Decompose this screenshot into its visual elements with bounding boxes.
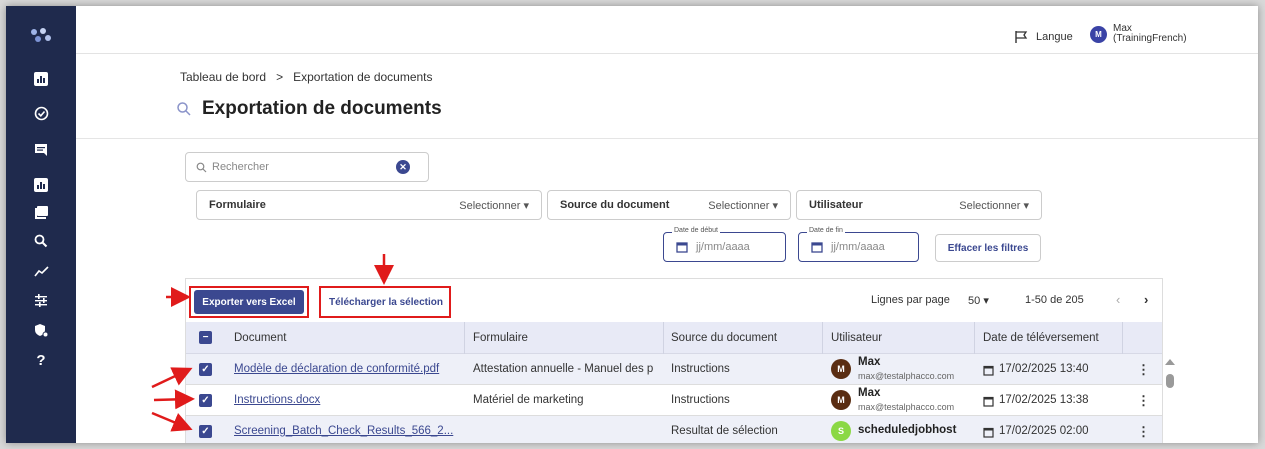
calendar-icon [983, 365, 994, 376]
annotation-box-export [189, 286, 309, 318]
source-cell: Instructions [671, 394, 730, 406]
prev-page-icon[interactable]: ‹ [1116, 292, 1120, 307]
select-all-checkbox[interactable]: − [199, 331, 212, 344]
scroll-up-icon[interactable] [1165, 359, 1175, 365]
user-email: max@testalphacco.com [858, 371, 955, 381]
chart-icon[interactable] [32, 176, 50, 194]
dashboard-icon[interactable] [32, 70, 50, 88]
clear-search-icon[interactable]: ✕ [396, 160, 410, 174]
library-icon[interactable] [32, 203, 50, 221]
user-name: Max (TrainingFrench) [1113, 23, 1187, 44]
header-user[interactable]: Utilisateur [831, 332, 882, 344]
start-date-field[interactable]: Date de début jj/mm/aaaa [663, 227, 786, 262]
document-link[interactable]: Instructions.docx [234, 394, 459, 406]
source-cell: Resultat de sélection [671, 425, 778, 437]
row-checkbox[interactable]: ✓ [199, 363, 212, 376]
calendar-icon [983, 396, 994, 407]
breadcrumb-separator: > [276, 70, 284, 84]
search-icon [177, 102, 191, 116]
chevron-down-icon: ▾ [983, 295, 989, 307]
kebab-icon[interactable]: ⋮ [1137, 362, 1150, 378]
rows-per-page-select[interactable]: 50 ▾ [968, 294, 989, 307]
annotation-box-download [319, 286, 451, 318]
header-upload-date[interactable]: Date de téléversement [983, 332, 1099, 344]
calendar-icon [811, 242, 823, 253]
end-date-field[interactable]: Date de fin jj/mm/aaaa [798, 227, 919, 262]
row-checkbox[interactable]: ✓ [199, 394, 212, 407]
header-source[interactable]: Source du document [671, 332, 777, 344]
arrow-row-1 [151, 367, 193, 389]
breadcrumb-home[interactable]: Tableau de bord [180, 70, 266, 84]
clear-filters-button[interactable]: Effacer les filtres [935, 234, 1041, 262]
app-window: ? Langue M Max (TrainingFrench) Tableau … [6, 6, 1258, 443]
source-cell: Instructions [671, 363, 730, 375]
divider [76, 138, 1258, 139]
search-placeholder: Rechercher [212, 161, 269, 173]
flag-icon [1015, 31, 1028, 43]
filters-icon[interactable] [32, 291, 50, 309]
user-name: Max [858, 356, 881, 368]
table-row[interactable]: ✓ Modèle de déclaration de conformité.pd… [186, 354, 1162, 385]
table-header: − Document Formulaire Source du document… [186, 322, 1162, 354]
avatar: M [1090, 25, 1107, 43]
search-icon[interactable] [32, 232, 50, 250]
document-link[interactable]: Modèle de déclaration de conformité.pdf [234, 363, 459, 375]
avatar: M [831, 390, 851, 410]
user-name: Max [858, 387, 881, 399]
table-row[interactable]: ✓ Screening_Batch_Check_Results_566_2...… [186, 416, 1162, 443]
language-menu[interactable]: Langue [1014, 30, 1073, 44]
check-circle-icon[interactable] [32, 104, 50, 122]
user-name: scheduledjobhost [858, 424, 957, 436]
document-link[interactable]: Screening_Batch_Check_Results_566_2... [234, 425, 459, 437]
avatar: S [831, 421, 851, 441]
chevron-down-icon: ▾ [1023, 199, 1029, 212]
row-checkbox[interactable]: ✓ [199, 425, 212, 438]
upload-date: 17/02/2025 02:00 [999, 425, 1089, 437]
source-filter[interactable]: Source du document Selectionner ▾ [547, 190, 791, 220]
kebab-icon[interactable]: ⋮ [1137, 424, 1150, 440]
sidebar: ? [6, 6, 76, 443]
trend-icon[interactable] [32, 262, 50, 280]
header-form[interactable]: Formulaire [473, 332, 528, 344]
arrow-row-3 [151, 411, 193, 432]
avatar: M [831, 359, 851, 379]
page-title-wrap: Exportation de documents [176, 98, 442, 120]
upload-date: 17/02/2025 13:38 [999, 394, 1089, 406]
logo-icon[interactable] [28, 26, 54, 46]
kebab-icon[interactable]: ⋮ [1137, 393, 1150, 409]
chevron-down-icon: ▾ [772, 199, 778, 212]
rows-per-page-label: Lignes par page [871, 294, 950, 306]
form-cell: Attestation annuelle - Manuel des p [473, 363, 654, 375]
upload-date: 17/02/2025 13:40 [999, 363, 1089, 375]
calendar-icon [983, 427, 994, 438]
page-title: Exportation de documents [202, 98, 442, 119]
search-input[interactable]: Rechercher ✕ [185, 152, 429, 182]
form-cell: Matériel de marketing [473, 394, 584, 406]
user-email: max@testalphacco.com [858, 402, 955, 412]
form-filter[interactable]: Formulaire Selectionner ▾ [196, 190, 542, 220]
scrollbar-thumb[interactable] [1166, 374, 1174, 388]
user-filter[interactable]: Utilisateur Selectionner ▾ [796, 190, 1042, 220]
chevron-down-icon: ▾ [523, 199, 529, 212]
calendar-icon [676, 242, 688, 253]
user-menu[interactable]: M Max (TrainingFrench) [1090, 24, 1187, 44]
topbar [76, 6, 1258, 54]
table-row[interactable]: ✓ Instructions.docx Matériel de marketin… [186, 385, 1162, 416]
breadcrumb: Tableau de bord > Exportation de documen… [180, 70, 433, 84]
messages-icon[interactable] [32, 141, 50, 159]
help-icon[interactable]: ? [32, 351, 50, 369]
header-document[interactable]: Document [234, 332, 286, 344]
pagination-range: 1-50 de 205 [1025, 294, 1084, 306]
breadcrumb-current: Exportation de documents [293, 70, 433, 84]
search-icon [196, 162, 207, 172]
next-page-icon[interactable]: › [1144, 292, 1148, 307]
security-icon[interactable] [32, 321, 50, 339]
language-label: Langue [1036, 31, 1073, 43]
